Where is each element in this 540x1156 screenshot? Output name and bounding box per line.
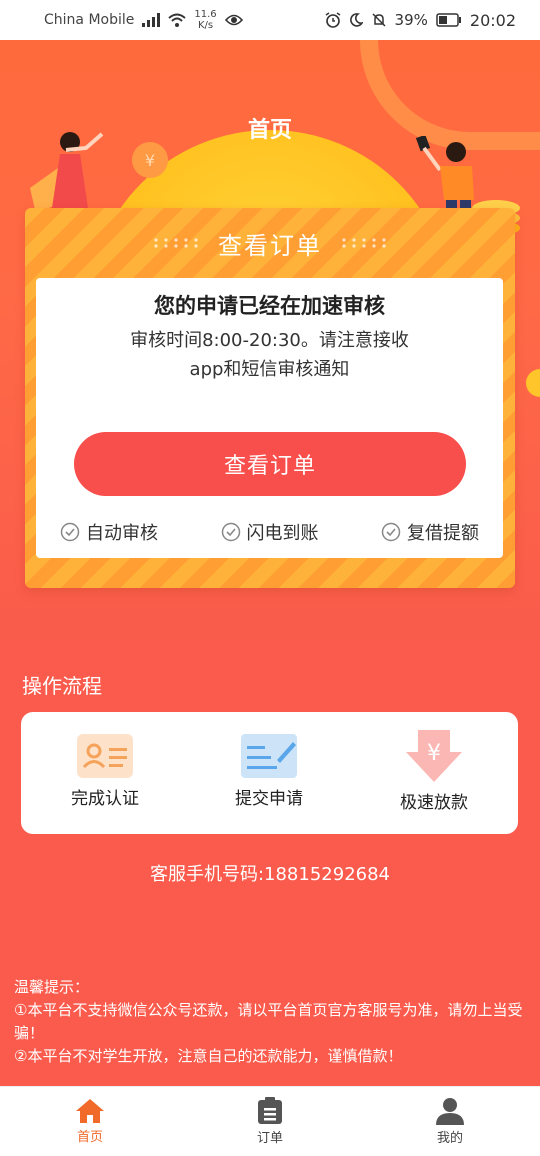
service-phone: 客服手机号码:18815292684	[149, 864, 391, 885]
status-desc-line: app和短信审核通知	[189, 359, 350, 380]
status-title: 您的申请已经在加速审核	[154, 294, 385, 318]
check-circle-icon	[381, 522, 401, 542]
status-bar: China Mobile 11.6 K/s 39% 20:02	[0, 0, 540, 40]
application-form-icon	[241, 734, 297, 778]
feature-list: 自动审核 闪电到账 复借提额	[36, 519, 503, 545]
card-header-title: 查看订单	[218, 231, 322, 260]
process-step-label: 极速放款	[400, 793, 468, 813]
alarm-icon	[325, 12, 341, 28]
carrier-label: China Mobile	[44, 12, 135, 28]
process-step-verify[interactable]: 完成认证	[35, 712, 175, 834]
process-step-submit[interactable]: 提交申请	[199, 712, 339, 834]
nav-item-orders[interactable]: 订单	[180, 1087, 360, 1156]
status-right: 39% 20:02	[325, 11, 516, 30]
eye-icon	[224, 14, 243, 26]
process-step-label: 完成认证	[71, 789, 139, 809]
feature-item: 自动审核	[60, 519, 158, 545]
signal-icon	[142, 13, 161, 27]
svg-text:¥: ¥	[427, 741, 441, 766]
status-desc-line: 审核时间8:00-20:30。请注意接收	[130, 330, 409, 351]
network-speed: 11.6 K/s	[194, 9, 216, 31]
coin-icon	[526, 369, 540, 397]
wifi-icon	[168, 13, 187, 27]
user-icon	[436, 1098, 464, 1125]
mute-bell-icon	[371, 12, 387, 28]
yuan-download-icon: ¥	[406, 730, 462, 782]
order-status-panel: 您的申请已经在加速审核 审核时间8:00-20:30。请注意接收 app和短信审…	[36, 278, 503, 558]
view-order-button[interactable]: 查看订单	[74, 432, 466, 496]
svg-text:¥: ¥	[145, 151, 155, 170]
feature-label: 闪电到账	[246, 523, 319, 544]
feature-item: 闪电到账	[221, 519, 319, 545]
feature-item: 复借提额	[381, 519, 479, 545]
dots-decoration-icon	[342, 238, 386, 248]
notice-line: ①本平台不支持微信公众号还款，请以平台首页官方客服号为准，请勿上当受骗！	[14, 1001, 523, 1042]
feature-label: 自动审核	[86, 523, 158, 544]
nav-label: 订单	[256, 1131, 283, 1146]
moon-icon	[349, 13, 363, 27]
nav-item-home[interactable]: 首页	[0, 1087, 180, 1156]
clock-time: 20:02	[469, 10, 516, 30]
process-card: 完成认证 提交申请 ¥ 极速放款	[21, 712, 518, 834]
order-card: 查看订单 您的申请已经在加速审核 审核时间8:00-20:30。请注意接收 ap…	[25, 208, 515, 588]
coin-icon: ¥	[132, 142, 168, 178]
check-circle-icon	[221, 522, 240, 542]
page-title: 首页	[247, 118, 292, 143]
home-icon	[76, 1099, 104, 1123]
nav-item-profile[interactable]: 我的	[360, 1087, 540, 1156]
status-left: China Mobile 11.6 K/s	[44, 9, 243, 31]
process-title: 操作流程	[22, 674, 102, 698]
speed-unit: K/s	[197, 20, 214, 31]
battery-percent: 39%	[394, 11, 428, 29]
notice-title: 温馨提示：	[14, 978, 90, 996]
check-circle-icon	[60, 522, 80, 542]
feature-label: 复借提额	[407, 523, 479, 544]
speed-value: 11.6	[194, 9, 217, 20]
id-card-icon	[77, 734, 133, 778]
dots-decoration-icon	[154, 238, 198, 248]
status-description: 审核时间8:00-20:30。请注意接收 app和短信审核通知	[96, 326, 443, 384]
battery-icon	[436, 13, 462, 27]
bottom-nav: 首页 订单 我的	[0, 1086, 540, 1156]
notice-line: ②本平台不对学生开放，注意自己的还款能力，谨慎借款！	[14, 1047, 403, 1065]
process-step-label: 提交申请	[235, 789, 303, 809]
card-header: 查看订单	[25, 208, 515, 278]
nav-label: 首页	[76, 1130, 103, 1145]
clipboard-icon	[258, 1097, 282, 1124]
process-step-loan[interactable]: ¥ 极速放款	[364, 712, 504, 834]
nav-label: 我的	[436, 1131, 463, 1146]
notice-block: 温馨提示： ①本平台不支持微信公众号还款，请以平台首页官方客服号为准，请勿上当受…	[14, 976, 526, 1068]
